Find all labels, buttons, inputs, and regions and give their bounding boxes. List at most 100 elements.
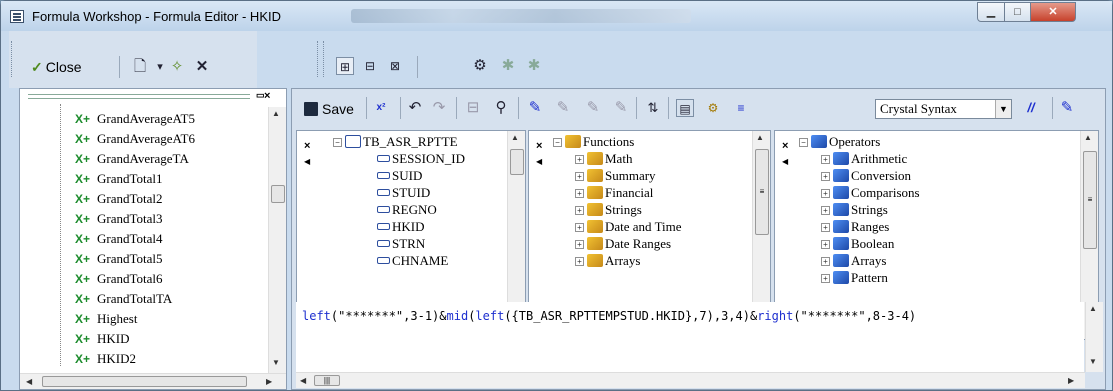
tree-item[interactable]: X+ GrandAverageTA	[75, 149, 189, 169]
tree-item[interactable]: X+ GrandTotal2	[75, 189, 163, 209]
expand-icon[interactable]: +	[821, 240, 830, 249]
pane-item[interactable]: + Arrays	[821, 252, 886, 269]
pane-root-node[interactable]: − Functions	[553, 133, 634, 150]
field-item[interactable]: SESSION_ID	[377, 150, 465, 167]
scroll-down-icon[interactable]: ▼	[272, 358, 280, 367]
tree-vscroll[interactable]: ▲ ▼	[268, 107, 286, 373]
minimize-button[interactable]: ▁	[977, 2, 1005, 22]
formula-extractor-icon[interactable]: ⊠	[386, 57, 404, 75]
pane-item[interactable]: + Math	[575, 150, 632, 167]
fields-scroll-thumb[interactable]	[510, 149, 524, 175]
expand-icon[interactable]: +	[575, 155, 584, 164]
field-item[interactable]: CHNAME	[377, 252, 448, 269]
field-item[interactable]: SUID	[377, 167, 422, 184]
delete-icon[interactable]: ✕	[193, 58, 211, 76]
expand-icon[interactable]: +	[821, 189, 830, 198]
formula-expert-icon[interactable]: ⊞	[336, 57, 354, 75]
find-icon[interactable]: ⚲	[492, 99, 510, 117]
tree-grip[interactable]	[28, 94, 250, 99]
pane-item[interactable]: + Conversion	[821, 167, 911, 184]
toolbar-gripper[interactable]	[11, 41, 14, 77]
formula-text[interactable]: left("*******",3-1)&mid(left({TB_ASR_RPT…	[302, 308, 916, 324]
scroll-up-icon[interactable]: ▲	[756, 133, 764, 142]
formula-hscroll-thumb[interactable]: |||	[314, 375, 340, 386]
field-item[interactable]: STRN	[377, 235, 425, 252]
expand-icon[interactable]: +	[575, 223, 584, 232]
pane-item[interactable]: + Date Ranges	[575, 235, 671, 252]
pane-item[interactable]: + Summary	[575, 167, 656, 184]
tree-item[interactable]: X+ HKID2	[75, 349, 136, 369]
tree-item[interactable]: X+ GrandTotal1	[75, 169, 163, 189]
window-close-button[interactable]: ✕	[1030, 2, 1076, 22]
collapse-icon[interactable]: −	[333, 138, 342, 147]
functions-pane-close-icon[interactable]: ×	[536, 140, 542, 152]
tree-item[interactable]: X+ GrandTotal6	[75, 269, 163, 289]
tree-item[interactable]: X+ GrandTotal5	[75, 249, 163, 269]
operators-pane-close-icon[interactable]: ×	[782, 140, 788, 152]
scroll-up-icon[interactable]: ▲	[1089, 304, 1097, 313]
expand-icon[interactable]: +	[575, 257, 584, 266]
tree-hscroll-thumb[interactable]	[42, 376, 247, 387]
expand-icon[interactable]: +	[575, 189, 584, 198]
scroll-down-icon[interactable]: ▼	[1089, 357, 1097, 366]
tree-item[interactable]: X+ HKID	[75, 329, 130, 349]
save-button[interactable]: Save	[304, 101, 354, 117]
operators-scroll-thumb[interactable]: ≡	[1083, 151, 1097, 249]
expand-icon[interactable]: +	[575, 172, 584, 181]
scroll-up-icon[interactable]: ▲	[272, 109, 280, 118]
dropdown-arrow-icon[interactable]: ▾	[151, 58, 169, 76]
tree-item[interactable]: X+ GrandTotalTA	[75, 289, 172, 309]
pane-item[interactable]: + Strings	[821, 201, 888, 218]
expand-icon[interactable]: +	[821, 172, 830, 181]
toolbar-gripper-2[interactable]	[317, 41, 320, 77]
properties-icon[interactable]: ⚙	[471, 57, 489, 75]
pane-item[interactable]: + Ranges	[821, 218, 889, 235]
tree-hscroll[interactable]: ◀ ▶	[20, 373, 286, 389]
new-formula-icon[interactable]: 🗋	[131, 58, 149, 76]
tree-item[interactable]: X+ Highest	[75, 309, 137, 329]
scroll-up-icon[interactable]: ▲	[1084, 133, 1092, 142]
operators-pane-collapse-icon[interactable]: ◀	[782, 157, 788, 166]
pane-root-node[interactable]: − Operators	[799, 133, 880, 150]
tree-item[interactable]: X+ GrandAverageAT5	[75, 109, 195, 129]
field-item[interactable]: STUID	[377, 184, 430, 201]
bookmark-icon[interactable]: ✎	[526, 99, 544, 117]
expand-icon[interactable]: +	[575, 240, 584, 249]
functions-pane-collapse-icon[interactable]: ◀	[536, 157, 542, 166]
tree-item[interactable]: X+ GrandAverageAT6	[75, 129, 195, 149]
formula-hscroll[interactable]: ◀ ||| ▶	[296, 372, 1085, 388]
expand-icon[interactable]: +	[821, 257, 830, 266]
expand-icon[interactable]: +	[821, 223, 830, 232]
sort-icon[interactable]: ⇅	[644, 99, 662, 117]
expand-icon[interactable]: +	[821, 206, 830, 215]
syntax-dropdown-arrow-icon[interactable]: ▼	[995, 100, 1011, 118]
formula-editor-icon[interactable]: ⊟	[361, 57, 379, 75]
expand-icon[interactable]: +	[821, 155, 830, 164]
collapse-icon[interactable]: −	[553, 138, 562, 147]
check-syntax-icon[interactable]: x²	[372, 99, 390, 117]
collapse-icon[interactable]: −	[799, 138, 808, 147]
scroll-left-icon[interactable]: ◀	[26, 377, 32, 386]
fields-pane-collapse-icon[interactable]: ◀	[304, 157, 310, 166]
formula-vscroll[interactable]: ▲ ▼	[1085, 302, 1103, 372]
wand-icon[interactable]: ✧	[168, 58, 186, 76]
tree-close-icon[interactable]: ×	[264, 90, 270, 102]
pane-item[interactable]: + Pattern	[821, 269, 888, 286]
show-functions-icon[interactable]: ⚙	[704, 99, 722, 117]
expand-icon[interactable]: +	[575, 206, 584, 215]
fields-vscroll[interactable]: ▲ ▼	[507, 131, 525, 322]
scroll-left-icon[interactable]: ◀	[300, 376, 306, 385]
scroll-up-icon[interactable]: ▲	[511, 133, 519, 142]
pane-item[interactable]: + Comparisons	[821, 184, 920, 201]
scroll-right-icon[interactable]: ▶	[1068, 376, 1074, 385]
fields-pane-close-icon[interactable]: ×	[304, 140, 310, 152]
field-item[interactable]: HKID	[377, 218, 425, 235]
show-operators-icon[interactable]: ≡	[732, 99, 750, 117]
tree-item[interactable]: X+ GrandTotal3	[75, 209, 163, 229]
functions-scroll-thumb[interactable]: ≡	[755, 149, 769, 235]
pane-item[interactable]: + Arrays	[575, 252, 640, 269]
syntax-select[interactable]: Crystal Syntax ▼	[875, 99, 1012, 119]
pane-item[interactable]: + Arithmetic	[821, 150, 907, 167]
pane-item[interactable]: + Date and Time	[575, 218, 682, 235]
maximize-button[interactable]: □	[1004, 2, 1031, 22]
